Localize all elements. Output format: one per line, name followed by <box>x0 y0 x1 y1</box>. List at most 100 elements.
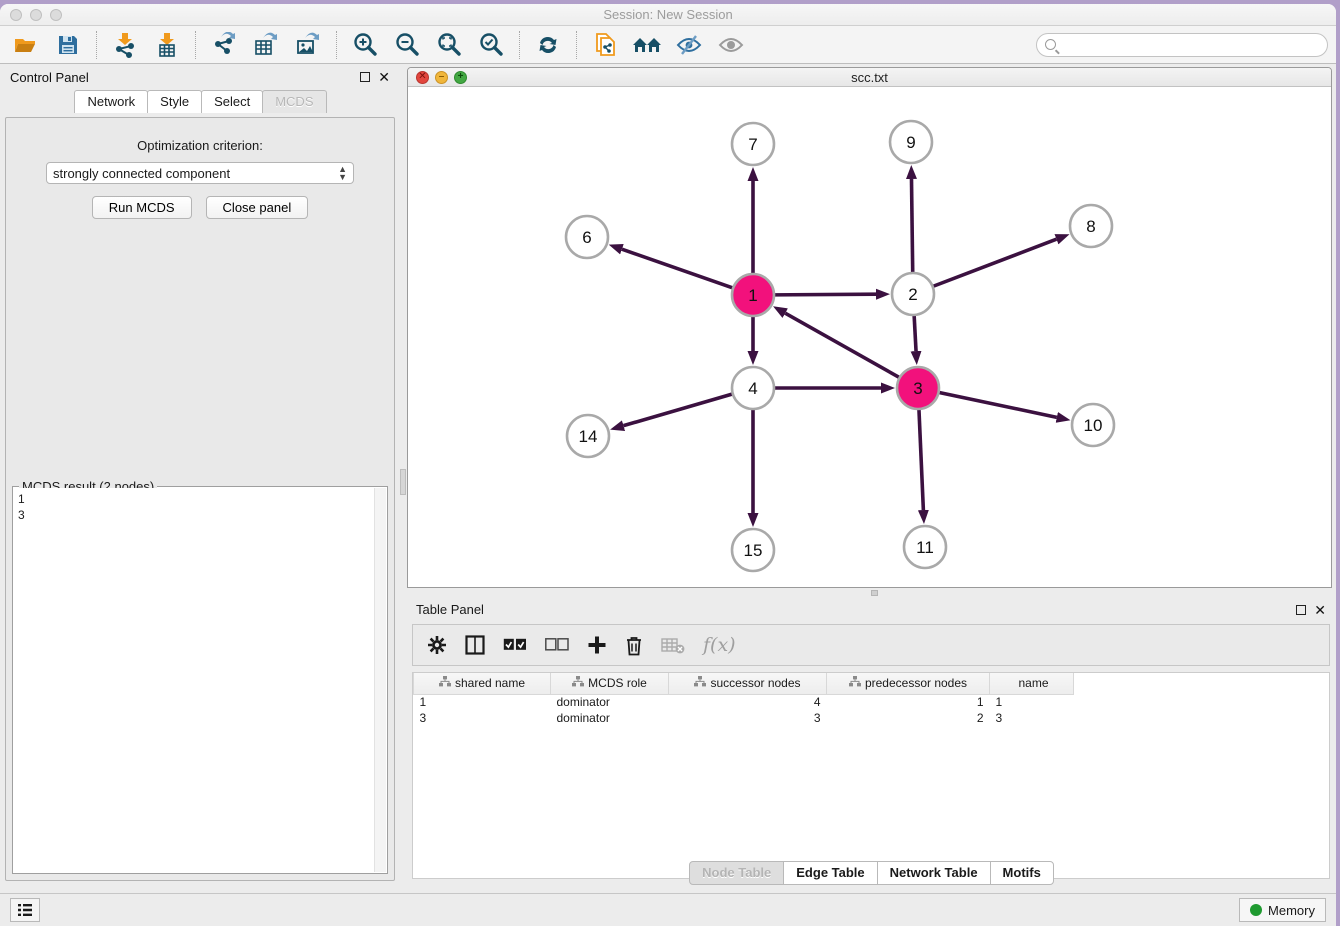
control-tab-style[interactable]: Style <box>147 90 202 113</box>
zoom-in-button[interactable] <box>347 30 383 60</box>
memory-status-icon <box>1250 904 1262 916</box>
control-tab-mcds[interactable]: MCDS <box>262 90 326 113</box>
table-tab-network-table[interactable]: Network Table <box>877 861 991 885</box>
open-session-button[interactable] <box>8 30 44 60</box>
table-cell[interactable]: 1 <box>414 694 551 710</box>
table-tab-node-table[interactable]: Node Table <box>689 861 784 885</box>
node-label-7: 7 <box>748 135 757 154</box>
edge-1-6[interactable] <box>622 249 733 288</box>
trash-icon <box>625 635 643 656</box>
export-table-icon <box>253 32 279 58</box>
table-cell[interactable]: 4 <box>669 694 827 710</box>
import-table-icon <box>155 32 179 58</box>
hide-selected-button[interactable] <box>671 30 707 60</box>
delete-column-button[interactable] <box>625 635 643 656</box>
save-session-button[interactable] <box>50 30 86 60</box>
table-row[interactable]: 1dominator411 <box>414 694 1074 710</box>
control-tab-select[interactable]: Select <box>201 90 263 113</box>
splitter-grip[interactable] <box>400 469 406 495</box>
edge-1-2[interactable] <box>774 294 876 295</box>
show-all-button[interactable] <box>713 30 749 60</box>
zoom-out-button[interactable] <box>389 30 425 60</box>
search-input[interactable] <box>1061 38 1319 52</box>
criterion-value: strongly connected component <box>53 166 230 181</box>
edge-2-8[interactable] <box>933 239 1057 286</box>
zoom-selected-icon <box>478 32 504 58</box>
edge-3-1[interactable] <box>785 313 899 378</box>
control-panel-title: Control Panel <box>10 70 89 85</box>
node-label-6: 6 <box>582 228 591 247</box>
table-tab-motifs[interactable]: Motifs <box>990 861 1054 885</box>
node-label-11: 11 <box>916 538 934 557</box>
run-mcds-button[interactable]: Run MCDS <box>92 196 192 219</box>
task-history-button[interactable] <box>10 898 40 922</box>
toolbar-separator <box>195 31 196 59</box>
column-header-name[interactable]: name <box>990 673 1074 694</box>
status-bar: Memory <box>0 893 1336 926</box>
tree-icon <box>849 676 861 687</box>
first-neighbors-button[interactable] <box>629 30 665 60</box>
import-network-button[interactable] <box>107 30 143 60</box>
import-table-button[interactable] <box>149 30 185 60</box>
edge-3-10[interactable] <box>939 392 1057 417</box>
table-cell[interactable]: 1 <box>990 694 1074 710</box>
column-header-successor-nodes[interactable]: successor nodes <box>669 673 827 694</box>
app-window: Session: New Session <box>0 4 1336 926</box>
memory-button[interactable]: Memory <box>1239 898 1326 922</box>
refresh-button[interactable] <box>530 30 566 60</box>
export-image-button[interactable] <box>290 30 326 60</box>
list-icon <box>17 903 33 917</box>
function-builder-button[interactable]: f(x) <box>703 634 736 656</box>
clone-network-button[interactable] <box>587 30 623 60</box>
edge-2-9[interactable] <box>911 179 912 273</box>
column-layout-button[interactable] <box>465 635 485 655</box>
column-header-shared-name[interactable]: shared name <box>414 673 551 694</box>
network-graph[interactable]: 7961284314101511 <box>408 87 1332 584</box>
node-label-1: 1 <box>748 286 757 305</box>
zoom-selected-button[interactable] <box>473 30 509 60</box>
table-cell[interactable]: 3 <box>669 710 827 726</box>
table-cell[interactable]: 2 <box>827 710 990 726</box>
criterion-dropdown[interactable]: strongly connected component ▲▼ <box>46 162 354 184</box>
table-cell[interactable]: 3 <box>414 710 551 726</box>
mcds-result-text[interactable]: 13 <box>14 488 374 872</box>
export-table-button[interactable] <box>248 30 284 60</box>
close-panel-button[interactable]: Close panel <box>206 196 309 219</box>
toolbar-separator <box>336 31 337 59</box>
delete-table-icon <box>661 636 685 654</box>
table-cell[interactable]: dominator <box>551 694 669 710</box>
edge-3-11[interactable] <box>919 409 923 510</box>
table-cell[interactable]: dominator <box>551 710 669 726</box>
splitter-grip[interactable] <box>871 590 878 596</box>
edge-2-3[interactable] <box>914 315 916 351</box>
network-canvas[interactable]: 7961284314101511 <box>408 87 1331 587</box>
edge-4-14[interactable] <box>624 394 733 426</box>
select-all-button[interactable] <box>503 638 527 652</box>
unchecked-boxes-icon <box>545 638 569 652</box>
delete-table-button[interactable] <box>661 636 685 654</box>
horizontal-splitter[interactable] <box>406 588 1336 597</box>
table-cell[interactable]: 1 <box>827 694 990 710</box>
clone-network-icon <box>593 32 617 58</box>
zoom-fit-button[interactable] <box>431 30 467 60</box>
column-header-predecessor-nodes[interactable]: predecessor nodes <box>827 673 990 694</box>
node-label-8: 8 <box>1086 217 1095 236</box>
export-image-icon <box>295 32 321 58</box>
float-panel-icon[interactable] <box>360 72 370 82</box>
node-table[interactable]: shared nameMCDS rolesuccessor nodesprede… <box>412 672 1330 879</box>
result-scrollbar[interactable] <box>374 488 386 872</box>
table-tab-edge-table[interactable]: Edge Table <box>783 861 877 885</box>
table-cell[interactable]: 3 <box>990 710 1074 726</box>
deselect-all-button[interactable] <box>545 638 569 652</box>
float-panel-icon[interactable] <box>1296 605 1306 615</box>
column-header-MCDS-role[interactable]: MCDS role <box>551 673 669 694</box>
export-network-button[interactable] <box>206 30 242 60</box>
checked-boxes-icon <box>503 638 527 652</box>
control-tab-network[interactable]: Network <box>74 90 148 113</box>
add-column-button[interactable] <box>587 635 607 655</box>
close-panel-icon[interactable]: ✕ <box>378 72 390 82</box>
search-field[interactable] <box>1036 33 1328 57</box>
close-panel-icon[interactable]: ✕ <box>1314 605 1326 615</box>
table-settings-button[interactable] <box>427 635 447 655</box>
table-row[interactable]: 3dominator323 <box>414 710 1074 726</box>
